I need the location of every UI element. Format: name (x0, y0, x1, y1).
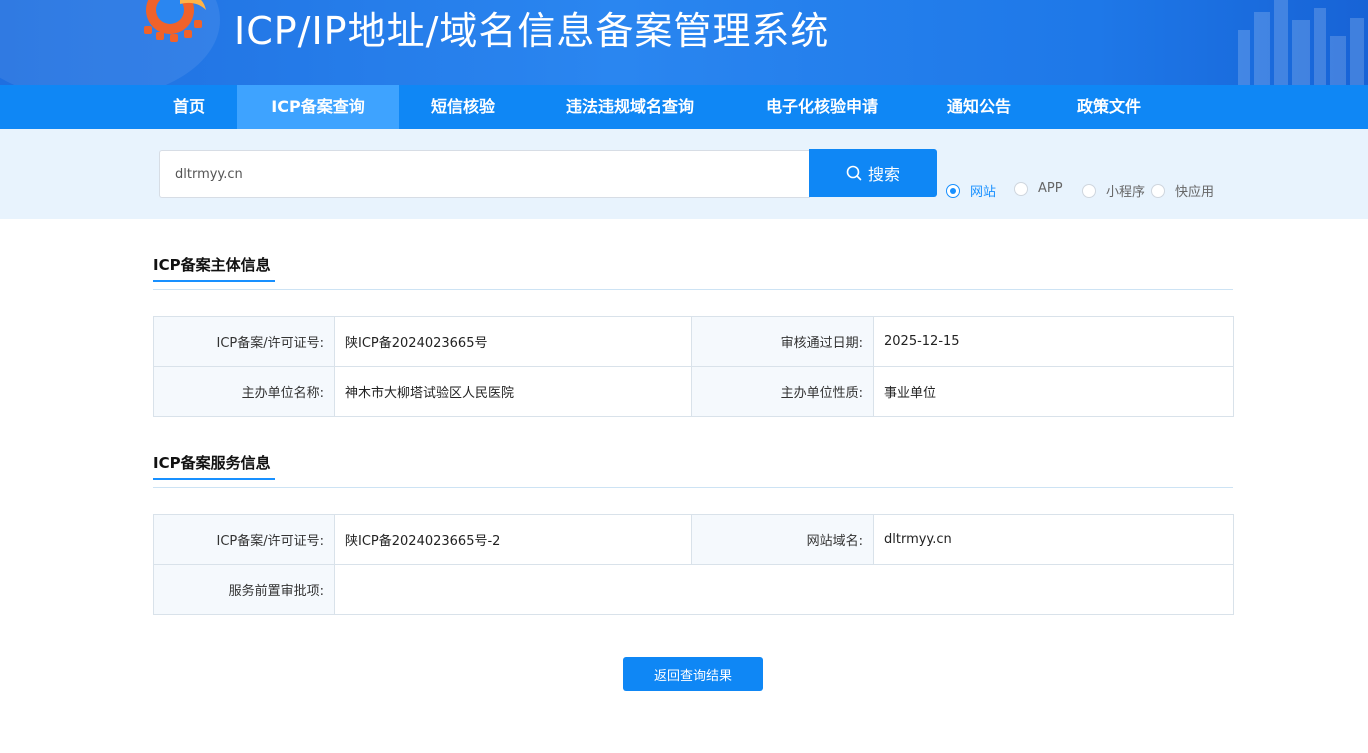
radio-dot (1151, 183, 1165, 198)
radio-label: 快应用 (1175, 185, 1215, 200)
license-value: 陕ICP备2024023665号 (334, 316, 692, 367)
approve-date-label: 审核通过日期: (691, 316, 874, 367)
domain-label: 网站域名: (691, 514, 874, 565)
site-title: ICP/IP地址/域名信息备案管理系统 (234, 9, 830, 53)
return-results-button[interactable]: 返回查询结果 (623, 657, 763, 691)
service-license-value: 陕ICP备2024023665号-2 (334, 514, 692, 565)
license-label: ICP备案/许可证号: (153, 316, 335, 367)
nav-item-e-verify[interactable]: 电子化核验申请 (742, 85, 902, 129)
search-input[interactable] (159, 150, 810, 198)
radio-mini-program[interactable]: 小程序 (1082, 181, 1145, 200)
domain-value: dltrmyy.cn (873, 514, 1234, 565)
search-button-label: 搜索 (867, 165, 900, 184)
pre-approval-value (334, 564, 1234, 615)
header-banner: ICP/IP地址/域名信息备案管理系统 (0, 0, 1368, 85)
subject-info-title: ICP备案主体信息 (153, 256, 271, 274)
radio-dot (946, 183, 960, 198)
nav-item-notices[interactable]: 通知公告 (924, 85, 1034, 129)
radio-label: 小程序 (1106, 185, 1146, 200)
search-button[interactable]: 搜索 (809, 149, 937, 197)
radio-dot (1014, 181, 1028, 196)
nav-item-sms-verify[interactable]: 短信核验 (408, 85, 518, 129)
section-divider (153, 289, 1233, 290)
table-row: 主办单位名称: 神木市大柳塔试验区人民医院 主办单位性质: 事业单位 (153, 366, 1234, 417)
org-type-label: 主办单位性质: (691, 366, 874, 417)
nav-item-policy[interactable]: 政策文件 (1054, 85, 1164, 129)
subject-info-table: ICP备案/许可证号: 陕ICP备2024023665号 审核通过日期: 202… (153, 316, 1234, 417)
nav-item-home[interactable]: 首页 (150, 85, 228, 129)
service-info-title: ICP备案服务信息 (153, 454, 271, 472)
radio-label: APP (1038, 181, 1063, 196)
radio-app[interactable]: APP (1014, 181, 1063, 196)
pre-approval-label: 服务前置审批项: (153, 564, 335, 615)
service-license-label: ICP备案/许可证号: (153, 514, 335, 565)
org-name-label: 主办单位名称: (153, 366, 335, 417)
radio-website[interactable]: 网站 (946, 181, 996, 200)
section-accent-bar (153, 280, 275, 282)
nav-item-illegal-domain[interactable]: 违法违规域名查询 (540, 85, 720, 129)
table-row: ICP备案/许可证号: 陕ICP备2024023665号 审核通过日期: 202… (153, 316, 1234, 367)
main-nav: 首页 ICP备案查询 短信核验 违法违规域名查询 电子化核验申请 通知公告 政策… (0, 85, 1368, 129)
section-accent-bar (153, 478, 275, 480)
table-row: 服务前置审批项: (153, 564, 1234, 615)
radio-label: 网站 (970, 185, 997, 200)
city-skyline-decoration (1238, 0, 1364, 85)
search-bar: 搜索 网站 APP 小程序 快应用 (0, 129, 1368, 219)
org-type-value: 事业单位 (873, 366, 1234, 417)
org-name-value: 神木市大柳塔试验区人民医院 (334, 366, 692, 417)
table-row: ICP备案/许可证号: 陕ICP备2024023665号-2 网站域名: dlt… (153, 514, 1234, 565)
nav-item-icp-query[interactable]: ICP备案查询 (237, 85, 399, 129)
search-icon (846, 165, 862, 181)
approve-date-value: 2025-12-15 (873, 316, 1234, 367)
radio-dot (1082, 183, 1096, 198)
logo-icon (144, 0, 206, 42)
radio-quick-app[interactable]: 快应用 (1151, 181, 1214, 200)
service-info-table: ICP备案/许可证号: 陕ICP备2024023665号-2 网站域名: dlt… (153, 514, 1234, 615)
section-divider (153, 487, 1233, 488)
